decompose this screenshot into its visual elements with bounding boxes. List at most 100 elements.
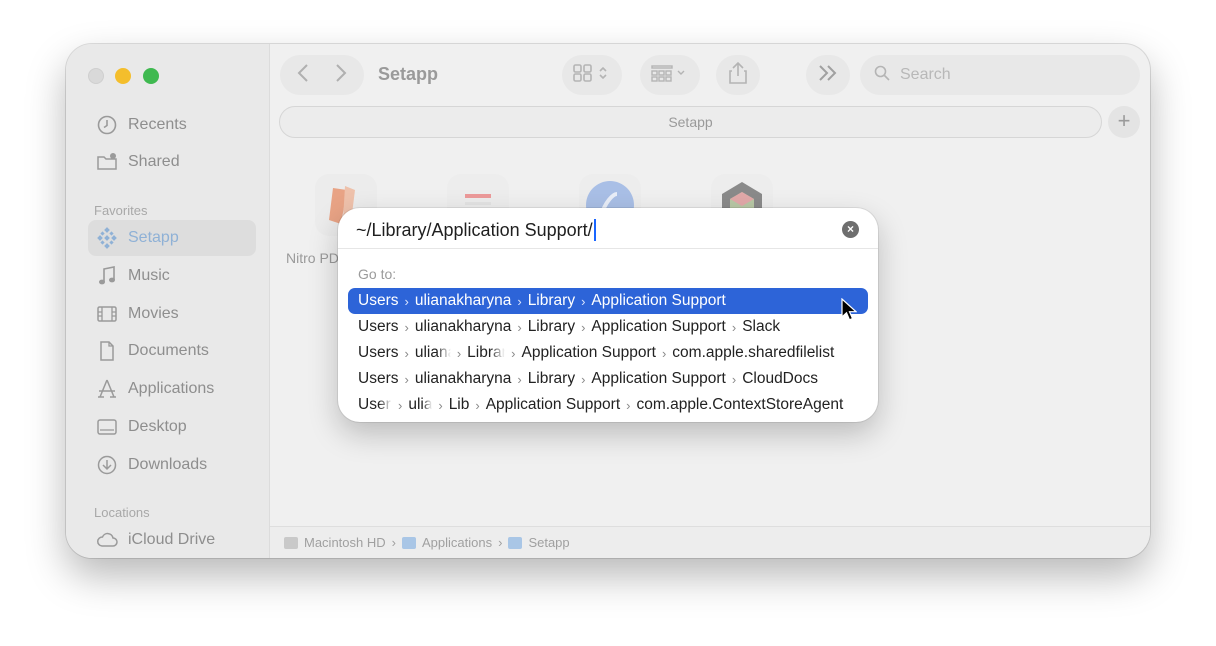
- suggestion-row[interactable]: User › ulia › Lib › Application Support › co…: [348, 392, 868, 418]
- path-segment: com.apple.ContextStoreAgent: [636, 396, 844, 413]
- mouse-pointer-icon: [841, 298, 857, 321]
- text-caret: [593, 219, 596, 241]
- chevron-right-icon: ›: [456, 345, 462, 361]
- add-tab-button[interactable]: +: [1108, 106, 1140, 138]
- path-segment: ulianakharyna: [414, 318, 512, 335]
- shared-folder-icon: [96, 151, 118, 173]
- path-input-value: ~/Library/Application Support/: [356, 219, 593, 240]
- folder-icon: [401, 536, 416, 549]
- sidebar-item-label: Downloads: [128, 456, 208, 473]
- path-segment: Application Support: [485, 396, 621, 413]
- chevron-right-icon: ›: [517, 293, 522, 309]
- sidebar-item-label: Movies: [128, 305, 179, 322]
- sidebar-item-applications[interactable]: Applications: [88, 371, 256, 407]
- cloud-icon: [96, 529, 118, 551]
- divider: [338, 248, 878, 249]
- path-segment-truncated: Librar: [467, 344, 506, 361]
- chevron-right-icon: ›: [626, 397, 631, 413]
- forward-chevron-icon[interactable]: [335, 63, 347, 88]
- crumb-setapp[interactable]: Setapp: [508, 535, 570, 550]
- sidebar-item-icloud-drive[interactable]: iCloud Drive: [88, 522, 256, 558]
- path-segment: Lib: [448, 396, 470, 413]
- sidebar-item-recents[interactable]: Recents: [88, 107, 256, 143]
- chevron-right-icon: ›: [511, 345, 516, 361]
- chevron-right-icon: ›: [404, 345, 409, 361]
- share-button[interactable]: [716, 55, 760, 95]
- chevron-right-icon: ›: [404, 371, 409, 387]
- path-segment: com.apple.sharedfilelist: [672, 344, 835, 361]
- sidebar-item-music[interactable]: Music: [88, 258, 256, 294]
- path-bar[interactable]: Setapp: [279, 106, 1102, 138]
- crumb-label: Applications: [421, 535, 493, 550]
- path-segment: Users: [358, 344, 399, 361]
- window-title: Setapp: [378, 64, 439, 84]
- sidebar-item-label: iCloud Drive: [128, 531, 216, 548]
- suggestion-row-selected[interactable]: Users › ulianakharyna › Library › Applicati…: [348, 288, 868, 314]
- path-segment: Users: [358, 318, 399, 335]
- path-segment: ulianakharyna: [414, 370, 512, 387]
- download-icon: [96, 454, 118, 476]
- chevron-right-icon: ›: [581, 371, 586, 387]
- document-icon: [96, 340, 118, 362]
- sidebar-item-label: Documents: [128, 342, 209, 359]
- sidebar-item-desktop[interactable]: Desktop: [88, 409, 256, 445]
- clock-icon: [96, 114, 118, 136]
- search-field[interactable]: Search: [860, 55, 1140, 95]
- path-segment: Slack: [742, 318, 781, 335]
- more-toolbar-button[interactable]: [806, 55, 850, 95]
- share-icon: [727, 61, 749, 90]
- close-window-button[interactable]: [88, 68, 104, 84]
- double-chevron-right-icon: [817, 63, 839, 88]
- sidebar-item-setapp[interactable]: Setapp: [88, 220, 256, 256]
- favorites-section-label: Favorites: [94, 203, 148, 218]
- suggestion-row[interactable]: Users › ulianakharyna › Library › Applicati…: [348, 314, 868, 340]
- path-segment: Users: [358, 292, 399, 309]
- group-by-button[interactable]: [640, 55, 700, 95]
- chevron-right-icon: ›: [581, 319, 586, 335]
- group-icon: [650, 63, 690, 88]
- sidebar-item-label: Setapp: [128, 229, 179, 246]
- applications-icon: [96, 378, 118, 400]
- path-segment: Library: [527, 318, 576, 335]
- zoom-window-button[interactable]: [143, 68, 159, 84]
- crumb-macintosh-hd[interactable]: Macintosh HD: [284, 535, 386, 550]
- clear-icon[interactable]: ×: [842, 221, 859, 238]
- path-segment: Library: [527, 292, 576, 309]
- back-chevron-icon[interactable]: [297, 63, 309, 88]
- suggestion-row[interactable]: Users › ulianakharyna › Library › Applicati…: [348, 366, 868, 392]
- crumb-label: Setapp: [528, 535, 570, 550]
- path-status-bar: Macintosh HD › Applications › Setapp: [270, 526, 1150, 558]
- sidebar-item-downloads[interactable]: Downloads: [88, 447, 256, 483]
- path-input[interactable]: ~/Library/Application Support/: [356, 218, 826, 242]
- locations-section-label: Locations: [94, 505, 150, 520]
- chevron-right-icon: ›: [404, 319, 409, 335]
- sidebar-item-documents[interactable]: Documents: [88, 333, 256, 369]
- music-note-icon: [96, 265, 118, 287]
- sidebar-item-shared[interactable]: Shared: [88, 144, 256, 180]
- film-icon: [96, 303, 118, 325]
- grid-view-icon: [572, 63, 612, 88]
- suggestion-row[interactable]: Users › uliana › Librar › Application Suppo…: [348, 340, 868, 366]
- sidebar-item-label: Recents: [128, 116, 187, 133]
- crumb-applications[interactable]: Applications: [401, 535, 493, 550]
- goto-label: Go to:: [358, 266, 397, 282]
- minimize-window-button[interactable]: [115, 68, 131, 84]
- chevron-right-icon: ›: [475, 397, 480, 413]
- setapp-icon: [96, 227, 118, 249]
- view-mode-button[interactable]: [562, 55, 622, 95]
- toolbar: Setapp Search: [270, 44, 1150, 108]
- chevron-right-icon: ›: [731, 319, 737, 335]
- back-forward-group: [280, 55, 364, 95]
- folder-icon: [508, 536, 523, 549]
- path-segment-truncated: User: [358, 396, 391, 413]
- sidebar: Recents Shared Favorites Setapp Music Mo…: [66, 44, 270, 558]
- path-segment: Application Support: [521, 344, 656, 361]
- chevron-right-icon: ›: [404, 293, 409, 309]
- sidebar-item-movies[interactable]: Movies: [88, 296, 256, 332]
- sidebar-item-label: Shared: [128, 153, 180, 170]
- search-placeholder: Search: [900, 66, 951, 83]
- sidebar-item-label: Music: [128, 267, 170, 284]
- hard-drive-icon: [284, 536, 298, 549]
- chevron-right-icon: ›: [398, 397, 403, 413]
- chevron-right-icon: ›: [661, 345, 667, 361]
